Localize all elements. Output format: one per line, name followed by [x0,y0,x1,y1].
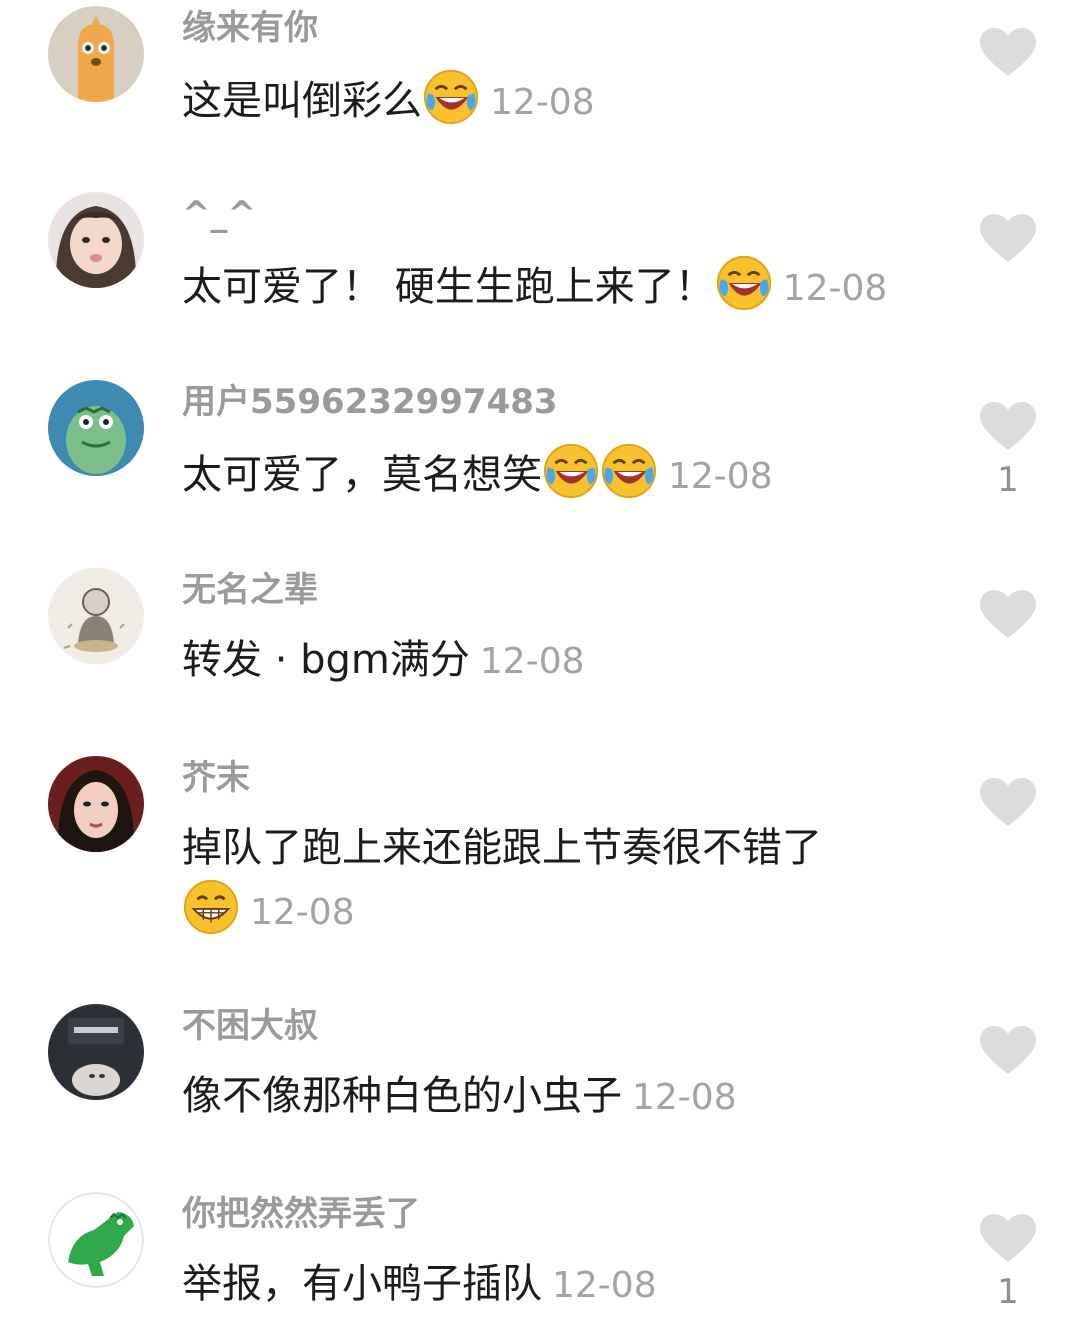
avatar[interactable] [48,756,144,852]
comment-text: 太可爱了！ 硬生生跑上来了！ [182,264,715,310]
comment-body: 太可爱了！ 硬生生跑上来了！ 12-08 [182,254,942,319]
comment-text: 像不像那种白色的小虫子 [182,1073,622,1119]
comment-time: 12-08 [490,82,595,123]
like-heart-icon[interactable] [980,1214,1036,1264]
like-count: 1 [997,1272,1019,1312]
comment-text: 太可爱了，莫名想笑 [182,452,542,498]
comment-time: 12-08 [782,268,888,309]
comment-time: 12-08 [479,641,585,682]
comment-time: 12-08 [250,892,355,933]
comment-time: 12-08 [632,1077,737,1118]
comment-username[interactable]: 无名之辈 [182,568,318,612]
like-heart-icon[interactable] [980,402,1036,452]
comment-time: 12-08 [552,1265,657,1306]
avatar[interactable] [48,6,144,102]
avatar[interactable] [48,1192,144,1288]
avatar[interactable] [48,192,144,288]
comment-username[interactable]: 你把然然弄丢了 [182,1192,420,1236]
comment-username[interactable]: 不困大叔 [182,1004,318,1048]
comment-username[interactable]: 芥末 [182,756,250,800]
like-heart-icon[interactable] [980,214,1036,264]
like-heart-icon[interactable] [980,28,1036,78]
comment-username[interactable]: 缘来有你 [182,6,318,50]
comment-body: 这是叫倒彩么 12-08 [182,68,942,133]
rofl-crying-emoji [422,68,480,126]
comment-body: 太可爱了，莫名想笑 12-08 [182,442,942,507]
like-heart-icon[interactable] [980,590,1036,640]
comment-text: 掉队了跑上来还能跟上节奏很不错了 [182,825,822,871]
comment-username[interactable]: 用户5596232997483 [182,380,558,424]
comment-body: 掉队了跑上来还能跟上节奏很不错了 12-08 [182,818,942,943]
like-heart-icon[interactable] [980,1026,1036,1076]
avatar[interactable] [48,1004,144,1100]
comment-body: 转发 · bgm满分 12-08 [182,630,942,692]
avatar[interactable] [48,568,144,664]
comment-text: 转发 · bgm满分 [182,637,470,683]
avatar[interactable] [48,380,144,476]
like-count: 1 [997,460,1019,500]
comment-body: 像不像那种白色的小虫子 12-08 [182,1066,942,1128]
rofl-crying-emoji [715,254,773,312]
comment-time: 12-08 [668,456,773,497]
comment-body: 举报，有小鸭子插队 12-08 [182,1254,942,1316]
grin-emoji [182,878,240,936]
like-heart-icon[interactable] [980,778,1036,828]
rofl-crying-emoji [600,442,658,500]
comment-text: 这是叫倒彩么 [182,78,422,124]
comment-username[interactable]: ^_^ [182,192,256,236]
comment-text: 举报，有小鸭子插队 [182,1261,542,1307]
rofl-crying-emoji [542,442,600,500]
